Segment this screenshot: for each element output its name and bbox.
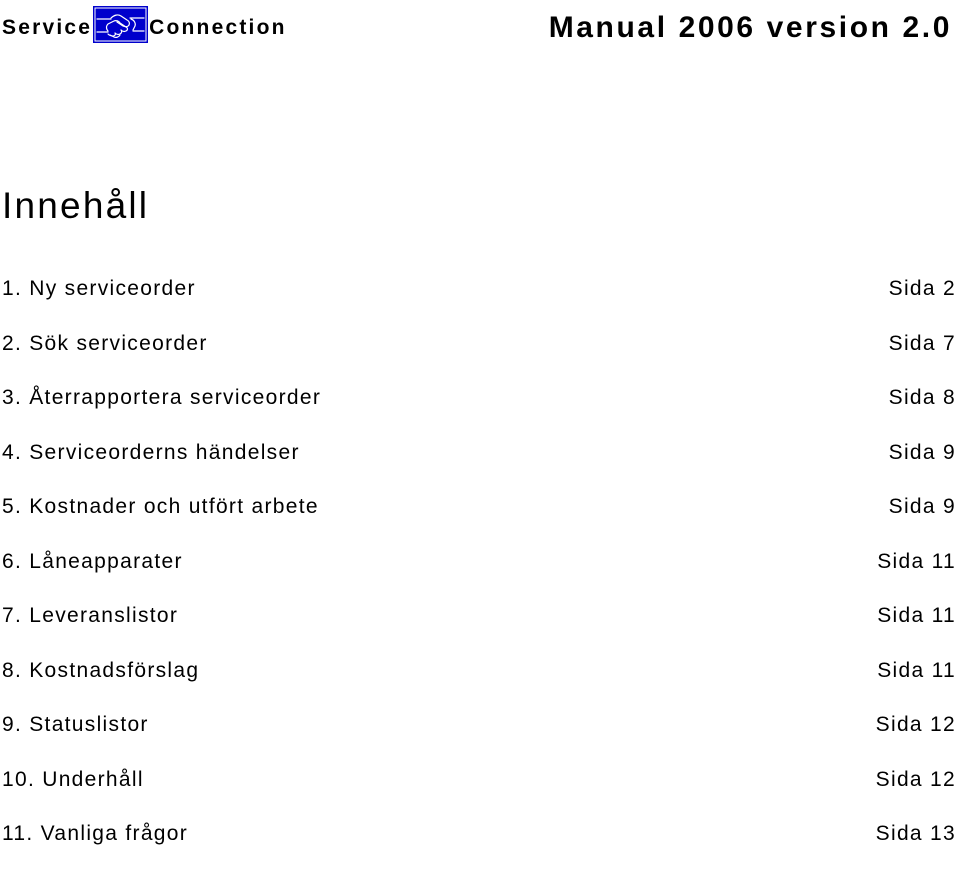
toc-page-number: Sida 11 (877, 658, 956, 682)
toc-page-number: Sida 9 (888, 440, 956, 464)
toc-page-number: Sida 13 (875, 822, 956, 845)
toc-entry-label: 4. Serviceorderns händelser (2, 440, 300, 464)
toc-row[interactable]: 5. Kostnader och utfört arbete Sida 9 (0, 492, 960, 547)
toc-entry-label: 11. Vanliga frågor (2, 822, 189, 845)
table-of-contents: 1. Ny serviceorder Sida 2 2. Sök service… (0, 274, 960, 874)
toc-row[interactable]: 7. Leveranslistor Sida 11 (0, 601, 960, 656)
toc-entry-label: 3. Återrapportera serviceorder (2, 386, 322, 409)
toc-entry-label: 10. Underhåll (2, 767, 144, 791)
toc-entry-label: 6. Låneapparater (2, 549, 183, 573)
toc-entry-label: 5. Kostnader och utfört arbete (2, 495, 319, 518)
toc-page-number: Sida 9 (888, 495, 956, 518)
toc-row[interactable]: 11. Vanliga frågor Sida 13 (0, 819, 960, 874)
toc-row[interactable]: 10. Underhåll Sida 12 (0, 765, 960, 820)
toc-entry-label: 2. Sök serviceorder (2, 331, 208, 355)
toc-row[interactable]: 9. Statuslistor Sida 12 (0, 710, 960, 765)
toc-entry-label: 1. Ny serviceorder (2, 277, 196, 300)
document-header: Service Connection Manual 2006 version 2… (0, 0, 960, 62)
toc-row[interactable]: 4. Serviceorderns händelser Sida 9 (0, 438, 960, 493)
toc-row[interactable]: 2. Sök serviceorder Sida 7 (0, 329, 960, 384)
toc-entry-label: 7. Leveranslistor (2, 604, 179, 627)
toc-entry-label: 9. Statuslistor (2, 713, 149, 736)
handshake-icon (93, 5, 149, 43)
toc-page-number: Sida 12 (875, 713, 956, 736)
toc-entry-label: 8. Kostnadsförslag (2, 658, 200, 682)
brand-word-connection: Connection (149, 16, 287, 39)
page-title: Innehåll (2, 185, 150, 226)
toc-page-number: Sida 11 (877, 604, 956, 627)
toc-row[interactable]: 3. Återrapportera serviceorder Sida 8 (0, 383, 960, 438)
toc-page-number: Sida 2 (888, 277, 956, 300)
toc-page-number: Sida 12 (875, 767, 956, 791)
toc-row[interactable]: 8. Kostnadsförslag Sida 11 (0, 656, 960, 711)
document-title: Manual 2006 version 2.0 (548, 11, 952, 44)
brand-word-service: Service (2, 16, 93, 39)
brand-lockup: Service Connection (2, 5, 287, 43)
toc-row[interactable]: 6. Låneapparater Sida 11 (0, 547, 960, 602)
toc-page-number: Sida 11 (877, 549, 956, 573)
toc-page-number: Sida 7 (888, 331, 956, 355)
toc-row[interactable]: 1. Ny serviceorder Sida 2 (0, 274, 960, 329)
toc-page-number: Sida 8 (888, 386, 956, 409)
